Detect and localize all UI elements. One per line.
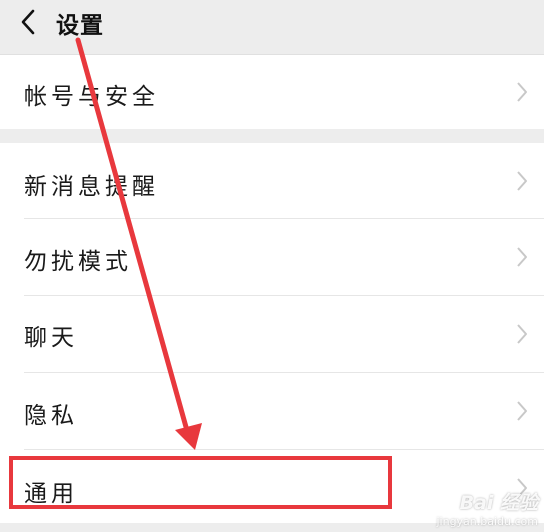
chevron-right-icon: [517, 324, 527, 344]
privacy-row[interactable]: 隐私: [0, 373, 544, 449]
general-label: 通用: [24, 481, 78, 507]
chevron-right-icon: [517, 247, 527, 267]
do-not-disturb-row[interactable]: 勿扰模式: [0, 219, 544, 295]
chevron-left-icon: [21, 9, 35, 35]
navigation-bar: 设置: [0, 0, 544, 55]
chevron-right-icon: [517, 171, 527, 191]
account-security-label: 帐号与安全: [24, 84, 159, 110]
settings-group-account: 帐号与安全: [0, 55, 544, 129]
chat-row[interactable]: 聊天: [0, 296, 544, 372]
chat-label: 聊天: [24, 325, 78, 351]
back-button[interactable]: [10, 4, 46, 40]
general-row[interactable]: 通用: [0, 450, 544, 523]
do-not-disturb-label: 勿扰模式: [24, 249, 132, 275]
chevron-right-icon: [517, 82, 527, 102]
chevron-right-icon: [517, 478, 527, 498]
new-message-alert-row[interactable]: 新消息提醒: [0, 143, 544, 218]
account-security-row[interactable]: 帐号与安全: [0, 55, 544, 129]
page-title: 设置: [56, 13, 104, 39]
settings-group-main: 新消息提醒 勿扰模式 聊天 隐私 通用: [0, 143, 544, 523]
new-message-alert-label: 新消息提醒: [24, 174, 159, 200]
settings-screen: 设置 帐号与安全 新消息提醒 勿扰模式 聊天 隐私 通用 Bai 经验 jing…: [0, 0, 544, 532]
privacy-label: 隐私: [24, 403, 78, 429]
chevron-right-icon: [517, 401, 527, 421]
